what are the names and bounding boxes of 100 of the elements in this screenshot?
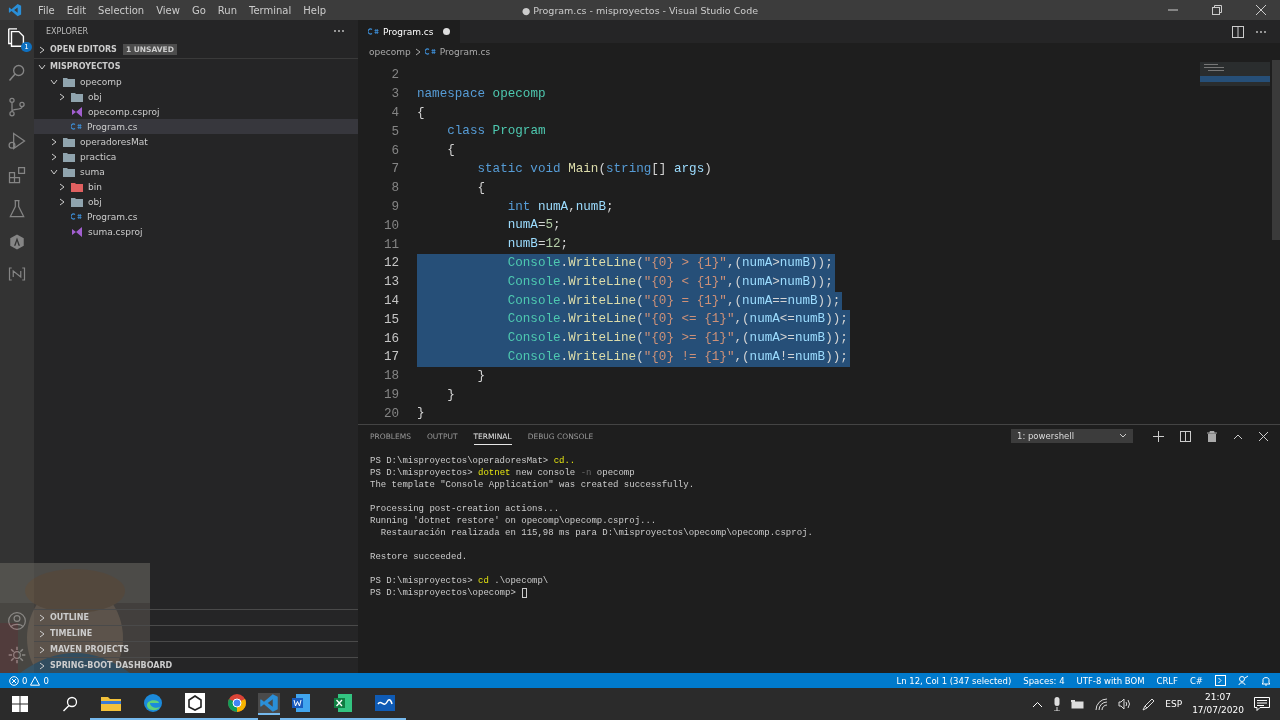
line-number: 6 [390, 143, 399, 158]
bell-icon[interactable] [1261, 675, 1271, 686]
terminal-dropdown[interactable]: 1: powershell [1011, 429, 1133, 443]
folder-icon [63, 151, 75, 162]
chevron-up-icon[interactable] [1233, 432, 1243, 440]
code-line: { [417, 104, 426, 122]
flask-icon[interactable] [7, 199, 27, 219]
csharp-file-icon [71, 213, 82, 220]
swirl-icon [143, 693, 163, 713]
menu-item[interactable]: Help [297, 4, 333, 16]
terminal-line: Running 'dotnet restore' on opecomp\opecomp.csproj... [370, 515, 657, 527]
line-number: 10 [382, 218, 399, 233]
menu-item[interactable]: File [32, 4, 61, 16]
language-indicator[interactable]: ESP [1165, 699, 1183, 709]
tree-item[interactable]: obj [34, 89, 358, 104]
section-header[interactable]: MAVEN PROJECTS [34, 641, 358, 657]
section-header[interactable]: OUTLINE [34, 609, 358, 625]
tree-item[interactable]: operadoresMat [34, 134, 358, 149]
trash-icon[interactable] [1207, 430, 1217, 442]
tree-item[interactable]: Program.cs [34, 119, 358, 134]
maximize-icon[interactable] [1212, 5, 1222, 15]
account-icon[interactable] [7, 611, 27, 631]
folder-icon [63, 166, 75, 177]
menu-item[interactable]: Edit [60, 4, 93, 16]
status-item[interactable]: C# [1189, 675, 1203, 686]
split-terminal-icon[interactable] [1180, 430, 1191, 442]
code-line: int numA,numB; [506, 198, 615, 216]
folder-icon [101, 695, 121, 711]
line-number: 8 [390, 181, 399, 196]
notifications-icon[interactable] [1254, 697, 1270, 711]
editor-tab[interactable]: Program.cs [358, 20, 461, 43]
status-item[interactable]: Spaces: 4 [1023, 675, 1065, 686]
battery-icon[interactable] [1071, 699, 1086, 709]
close-icon[interactable] [1256, 5, 1266, 15]
tree-item[interactable]: bin [34, 179, 358, 194]
status-item[interactable]: Ln 12, Col 1 (347 selected) [896, 675, 1012, 686]
wave-app-icon [375, 695, 395, 711]
terminal-line: Processing post-creation actions... [370, 503, 560, 515]
section-header[interactable]: TIMELINE [34, 625, 358, 641]
csharp-file-icon [368, 28, 379, 35]
code-line: numA=5; [506, 217, 562, 235]
clock[interactable]: 21:07 17/07/2020 [1192, 691, 1244, 717]
tree-item[interactable]: practica [34, 149, 358, 164]
menu-item[interactable]: Selection [92, 4, 151, 16]
tree-item[interactable]: obj [34, 194, 358, 209]
line-number: 2 [390, 68, 399, 83]
tree-item[interactable]: suma.csproj [34, 224, 358, 239]
status-item[interactable]: UTF-8 with BOM [1076, 675, 1145, 686]
bracket-icon[interactable] [8, 265, 26, 283]
line-number: 19 [382, 387, 399, 402]
wifi-icon[interactable] [1095, 698, 1109, 710]
microphone-icon[interactable] [1053, 697, 1062, 711]
tree-item[interactable]: Program.cs [34, 209, 358, 224]
project-file-icon [71, 226, 83, 237]
line-number: 12 [382, 256, 399, 271]
feedback-icon[interactable] [1238, 675, 1249, 686]
search-icon[interactable] [62, 696, 78, 712]
plus-icon[interactable] [1153, 430, 1164, 442]
status-item[interactable]: CRLF [1156, 675, 1178, 686]
terminal-line: Restore succeeded. [370, 551, 468, 563]
speaker-icon[interactable] [1118, 698, 1133, 710]
source-control-icon[interactable] [7, 97, 27, 117]
error-icon [9, 675, 19, 686]
chevron-up-icon[interactable] [1032, 700, 1044, 708]
windows-start-icon[interactable] [12, 696, 28, 712]
extensions-icon[interactable] [7, 165, 27, 185]
line-number: 3 [390, 87, 399, 102]
menu-item[interactable]: Terminal [243, 4, 298, 16]
code-line: static void Main(string[] args) [476, 161, 713, 178]
scrollbar[interactable] [1272, 60, 1280, 240]
menu-item[interactable]: Run [211, 4, 243, 16]
project-file-icon [71, 106, 83, 117]
caret-icon [1119, 433, 1127, 439]
menu-item[interactable]: Go [185, 4, 212, 16]
terminal-line: The template "Console Application" was created successfully. [370, 479, 695, 491]
section-header[interactable]: MISPROYECTOS [34, 58, 358, 74]
settings-icon[interactable] [7, 645, 27, 665]
breadcrumb-item[interactable]: Program.cs [439, 46, 491, 57]
close-icon[interactable] [1259, 431, 1268, 441]
csharp-file-icon [424, 48, 436, 55]
unsaved-dot-icon[interactable] [443, 28, 451, 35]
code-line: { [476, 179, 487, 197]
menu-item[interactable]: View [150, 4, 186, 16]
tree-item[interactable]: opecomp [34, 74, 358, 89]
terminal-icon[interactable] [1215, 675, 1226, 686]
run-debug-icon[interactable] [7, 131, 27, 151]
terminal-line: Restauración realizada en 115,98 ms para D:\misproyectos\opecomp\opecomp.csproj. [379, 527, 813, 539]
folder-icon [63, 136, 75, 147]
line-number: 4 [390, 106, 399, 120]
problems-indicator[interactable]: 0 0 [9, 675, 49, 686]
line-number: 18 [382, 369, 399, 384]
tree-item[interactable]: opecomp.csproj [34, 104, 358, 119]
code-editor-icon [259, 693, 279, 713]
folder-icon [71, 196, 83, 207]
pen-icon[interactable] [1142, 697, 1156, 711]
tree-item[interactable]: suma [34, 164, 358, 179]
minimap-drawing [1200, 62, 1270, 86]
more-actions-icon[interactable] [1256, 30, 1266, 33]
split-editor-icon[interactable] [1232, 25, 1244, 38]
breadcrumb-item[interactable]: opecomp [369, 46, 411, 57]
